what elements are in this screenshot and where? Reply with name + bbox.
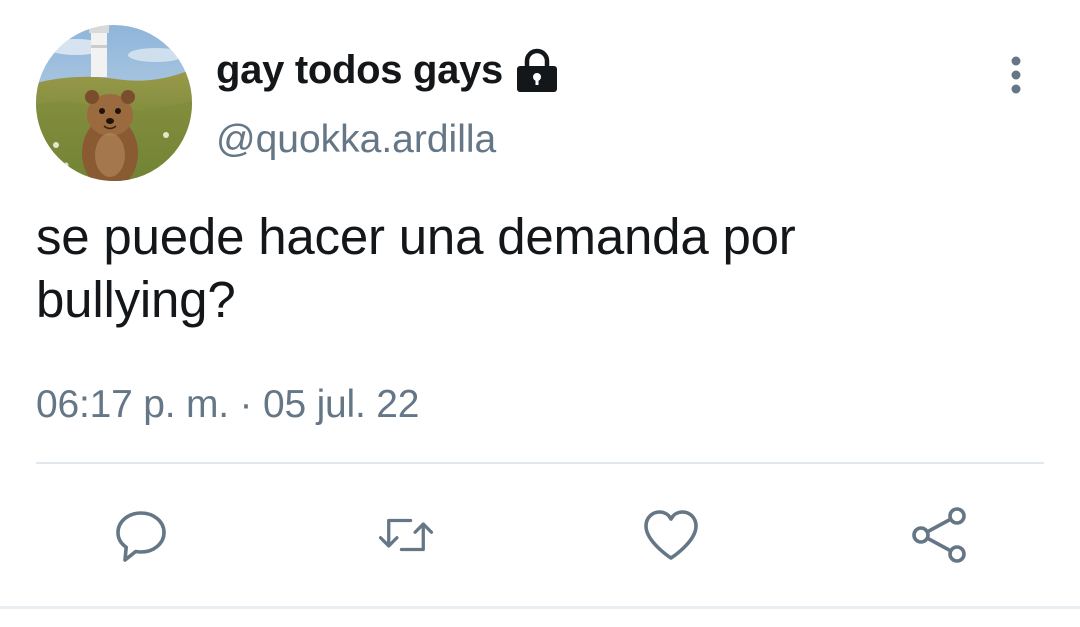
retweet-button[interactable]: [376, 505, 436, 565]
avatar[interactable]: [36, 25, 192, 181]
tweet-text-line: se puede hacer una demanda por: [36, 208, 796, 265]
user-handle[interactable]: @quokka.ardilla: [216, 118, 496, 162]
retweet-icon: [378, 518, 434, 552]
heart-icon: [644, 510, 698, 560]
bottom-divider: [0, 606, 1080, 609]
share-button[interactable]: [909, 505, 969, 565]
display-name[interactable]: gay todos gays: [216, 48, 503, 93]
more-options-button[interactable]: [996, 52, 1036, 98]
tweet-text: se puede hacer una demanda por bullying?: [36, 205, 1036, 331]
tweet-timestamp[interactable]: 06:17 p. m. · 05 jul. 22: [36, 383, 419, 427]
lock-icon: [515, 47, 559, 93]
more-vertical-icon: [1011, 56, 1021, 94]
reply-button[interactable]: [111, 505, 171, 565]
share-icon: [912, 507, 966, 563]
avatar-image: [36, 25, 192, 181]
display-name-row: gay todos gays: [216, 44, 559, 96]
tweet-card: gay todos gays @quokka.ardilla se puede …: [0, 0, 1080, 627]
divider: [36, 462, 1044, 464]
tweet-text-line: bullying?: [36, 271, 236, 328]
reply-icon: [116, 511, 166, 562]
like-button[interactable]: [641, 505, 701, 565]
